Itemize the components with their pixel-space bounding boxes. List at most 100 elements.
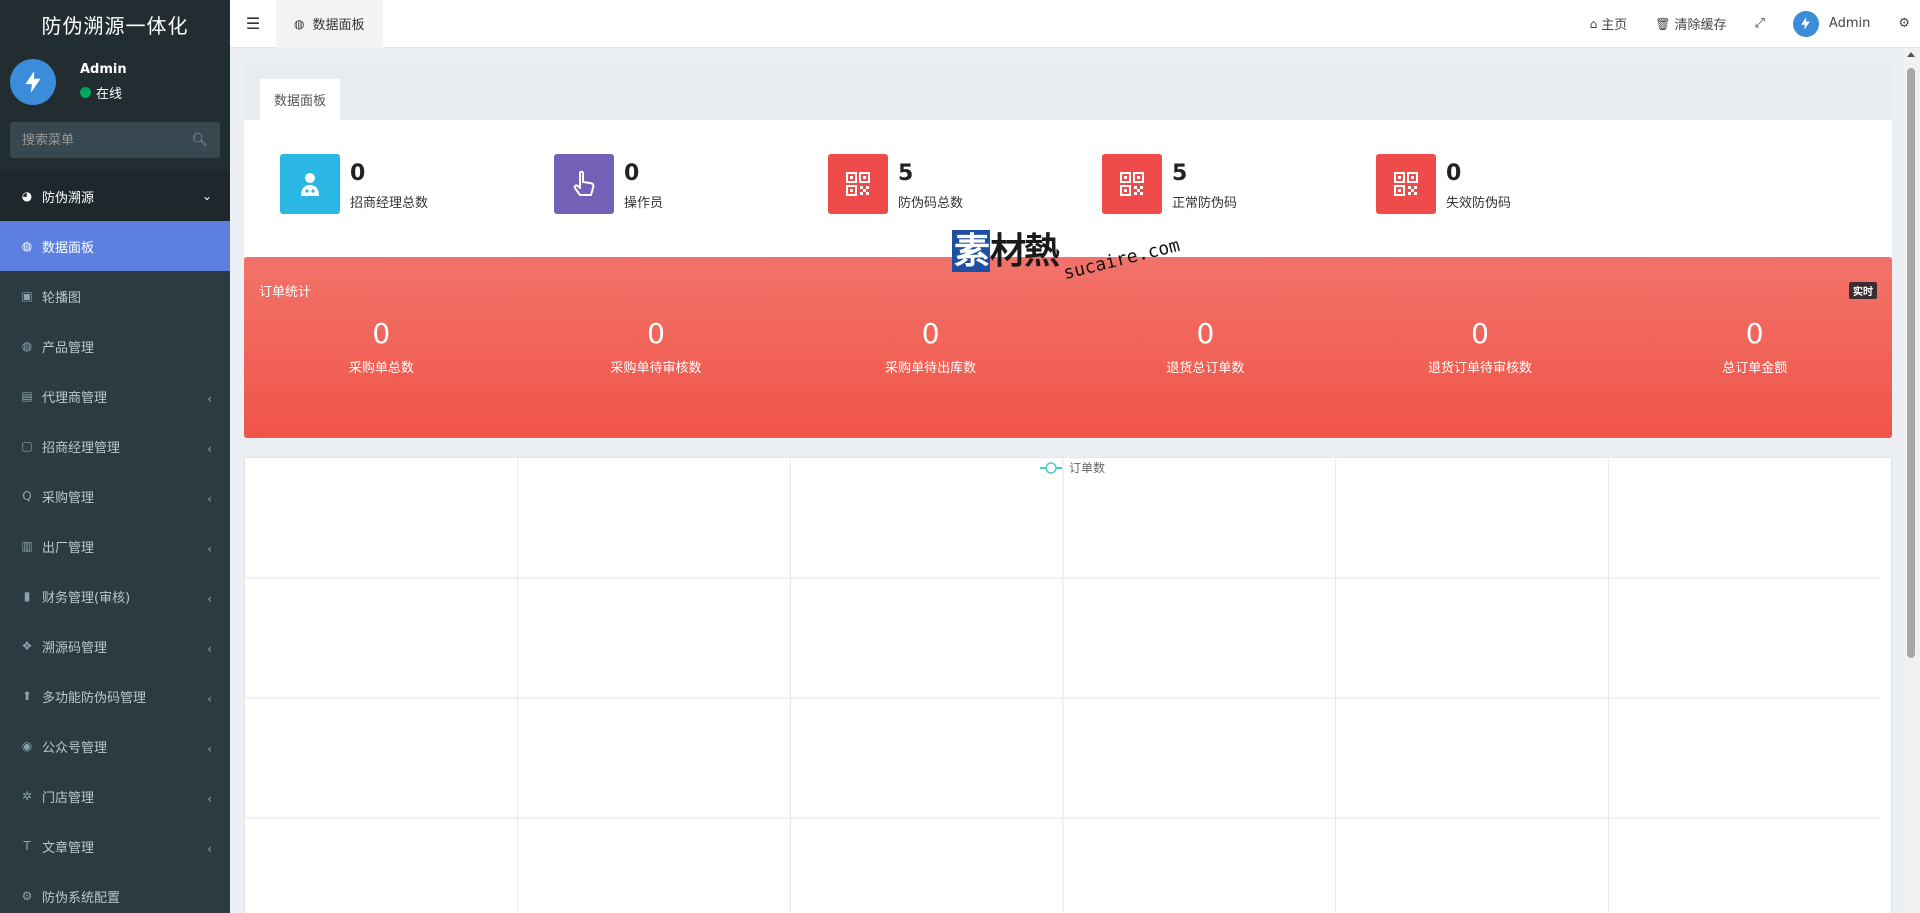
wechat-icon: ◉ [21,739,33,753]
fullscreen-button[interactable]: ⤢ [1741,0,1779,48]
stat-label: 操作员 [624,196,664,211]
sidebar-item-purchasing[interactable]: Q 采购管理 ‹ [0,471,230,521]
sidebar-item-stores[interactable]: ✲ 门店管理 ‹ [0,771,230,821]
sidebar-item-articles[interactable]: T 文章管理 ‹ [0,821,230,871]
menu-group-label: 防伪溯源 [42,190,95,206]
sidebar-item-label: 多功能防伪码管理 [42,690,147,706]
truck-icon: ▥ [21,539,33,553]
order-stats-title: 订单统计 [259,285,312,300]
watermark-logo: 素材熱 [952,230,1060,272]
sidebar-item-label: 文章管理 [42,840,95,856]
chevron-left-icon: ‹ [207,641,212,656]
sidebar-item-agents[interactable]: ▤ 代理商管理 ‹ [0,371,230,421]
home-link[interactable]: ⌂ 主页 [1576,0,1642,48]
sidebar: 防伪溯源一体化 Admin 在线 🔍︎ ◕ 防伪溯源 ⌄ ◍ 数据面板 [0,0,230,913]
globe-icon: ◍ [21,339,33,353]
home-label: 主页 [1601,18,1628,33]
sidebar-toggle-button[interactable]: ☰ [230,0,276,48]
menu-search-input[interactable] [22,132,172,148]
order-stat-value: 0 [1745,317,1764,350]
id-card-icon: ▤ [21,389,33,403]
settings-button[interactable]: ⚙ [1884,0,1920,48]
sidebar-item-multi-codes[interactable]: ⬆ 多功能防伪码管理 ‹ [0,671,230,721]
sidebar-item-label: 产品管理 [42,340,95,356]
chevron-left-icon: ‹ [207,841,212,856]
stat-label: 失效防伪码 [1446,196,1512,211]
book-icon: ▮ [23,589,31,603]
menu-group-anticounterfeit[interactable]: ◕ 防伪溯源 ⌄ [0,171,230,221]
sidebar-item-label: 采购管理 [42,490,95,506]
legend-label: 订单数 [1069,460,1105,475]
order-stat-label: 采购单待出库数 [885,361,977,376]
order-stat-label: 采购单总数 [348,361,414,376]
sidebar-item-config[interactable]: ⚙ 防伪系统配置 [0,871,230,913]
sidebar-item-trace-codes[interactable]: ❖ 溯源码管理 ‹ [0,621,230,671]
qrcode-icon [828,154,888,214]
sidebar-item-dashboard[interactable]: ◍ 数据面板 [0,221,230,271]
image-icon: ▣ [21,289,33,303]
content-tab-dashboard[interactable]: 数据面板 [260,79,341,120]
chart-legend-item[interactable]: 订单数 [1040,460,1105,475]
chevron-left-icon: ‹ [207,391,212,406]
contact-icon: ▢ [21,439,33,453]
app-logo[interactable]: 防伪溯源一体化 [0,0,230,48]
chevron-left-icon: ‹ [207,741,212,756]
qrcode-icon [1102,154,1162,214]
sidebar-item-wechat[interactable]: ◉ 公众号管理 ‹ [0,721,230,771]
scroll-thumb[interactable] [1907,68,1915,658]
trash-icon: 🗑︎ [1655,16,1671,31]
navbar-right: ⌂ 主页 🗑︎ 清除缓存 ⤢ Admin ⚙ [1576,0,1920,48]
sidebar-item-finance[interactable]: ▮ 财务管理(审核) ‹ [0,571,230,621]
sidebar-item-shipping[interactable]: ▥ 出厂管理 ‹ [0,521,230,571]
sidebar-item-label: 招商经理管理 [42,440,121,456]
realtime-badge: 实时 [1849,282,1877,299]
sidebar-item-label: 代理商管理 [42,390,108,406]
order-stat-label: 退货总订单数 [1166,361,1245,376]
order-stat-label: 退货订单待审核数 [1428,361,1533,376]
chevron-left-icon: ‹ [207,541,212,556]
stat-value: 0 [350,161,366,186]
order-stat: 0 采购单待出库数 [793,317,1068,376]
page-scrollbar[interactable] [1903,48,1920,913]
chevron-left-icon: ‹ [207,441,212,456]
order-stat-value: 0 [647,317,665,350]
sidebar-item-products[interactable]: ◍ 产品管理 [0,321,230,371]
clear-cache-label: 清除缓存 [1674,18,1727,33]
gear-circle-icon: ✲ [21,789,33,803]
online-status-icon [80,87,91,98]
order-stat-value: 0 [921,317,940,350]
sidebar-item-managers[interactable]: ▢ 招商经理管理 ‹ [0,421,230,471]
search-icon[interactable]: 🔍︎ [191,133,208,148]
scroll-up-icon[interactable] [1907,52,1915,57]
menu-icon: ☰ [245,14,261,33]
chevron-left-icon: ‹ [207,791,212,806]
stat-label: 防伪码总数 [898,196,964,211]
pie-chart-icon: ◕ [21,189,33,203]
stat-operators: 0 操作员 [554,154,828,257]
chevron-left-icon: ‹ [207,691,212,706]
watermark: 素材熱 sucaire.com [952,222,1182,284]
text-icon: T [23,839,31,853]
stat-value: 0 [624,161,640,186]
expand-icon: ⤢ [1754,16,1765,31]
order-stats-panel: 订单统计 实时 0 采购单总数 0 采购单待审核数 0 采购单待出库数 0 退货… [244,257,1892,438]
lightning-icon [25,71,41,93]
avatar [1792,10,1819,37]
stat-label: 正常防伪码 [1172,196,1238,211]
tab-dashboard[interactable]: ◍ 数据面板 [276,0,383,48]
order-stat-label: 总订单金额 [1722,361,1788,376]
content-tab-strip: 数据面板 [244,63,1892,120]
order-stat: 0 退货订单待审核数 [1343,317,1618,376]
clear-cache-button[interactable]: 🗑︎ 清除缓存 [1641,0,1740,48]
sidebar-item-carousel[interactable]: ▣ 轮播图 [0,271,230,321]
main-content: 数据面板 0 招商经理总数 0 操作员 5 防伪码总数 5 正常防伪码 0 失效… [244,63,1892,913]
order-stat-label: 采购单待审核数 [610,361,702,376]
order-stat: 0 采购单待审核数 [519,317,794,376]
sidebar-item-label: 公众号管理 [42,740,108,756]
upload-circle-icon: ⬆ [21,689,33,703]
menu-search: 🔍︎ [10,122,220,158]
order-stat-value: 0 [372,317,391,350]
user-name: Admin [1828,16,1871,31]
sidebar-item-label: 数据面板 [42,240,95,256]
user-menu[interactable]: Admin [1779,0,1884,48]
